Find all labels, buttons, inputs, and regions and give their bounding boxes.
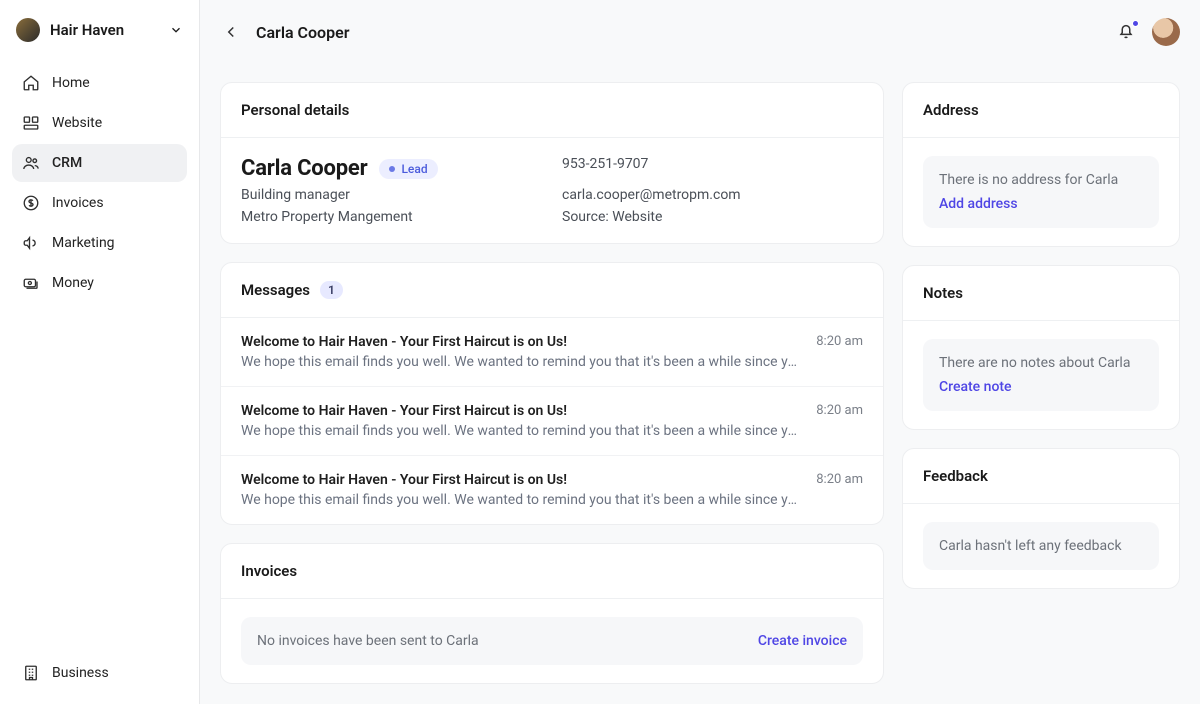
- layout-icon: [22, 114, 40, 132]
- message-item[interactable]: Welcome to Hair Haven - Your First Hairc…: [221, 386, 883, 455]
- messages-card: Messages 1 Welcome to Hair Haven - Your …: [220, 262, 884, 525]
- sidebar-item-home[interactable]: Home: [12, 64, 187, 102]
- message-time: 8:20 am: [816, 403, 863, 439]
- workspace-switcher[interactable]: Hair Haven: [12, 12, 187, 58]
- sidebar-label: Invoices: [52, 195, 104, 211]
- sidebar-label: CRM: [52, 155, 82, 171]
- contact-phone: 953-251-9707: [562, 156, 863, 181]
- users-icon: [22, 154, 40, 172]
- invoices-title: Invoices: [221, 544, 883, 599]
- message-preview: We hope this email finds you well. We wa…: [241, 354, 800, 370]
- back-button[interactable]: [220, 21, 242, 43]
- sidebar-item-marketing[interactable]: Marketing: [12, 224, 187, 262]
- sidebar-label: Home: [52, 75, 90, 91]
- header: Carla Cooper: [200, 0, 1200, 62]
- sidebar-label: Marketing: [52, 235, 115, 251]
- contact-source: Source: Website: [562, 209, 863, 225]
- address-empty-text: There is no address for Carla: [939, 172, 1143, 188]
- message-preview: We hope this email finds you well. We wa…: [241, 423, 800, 439]
- notifications-button[interactable]: [1116, 21, 1138, 43]
- page-title: Carla Cooper: [256, 23, 1102, 42]
- user-avatar[interactable]: [1152, 18, 1180, 46]
- sidebar-item-website[interactable]: Website: [12, 104, 187, 142]
- megaphone-icon: [22, 234, 40, 252]
- contact-role: Building manager: [241, 187, 542, 203]
- notes-card: Notes There are no notes about Carla Cre…: [902, 265, 1180, 430]
- status-badge-label: Lead: [401, 162, 427, 176]
- contact-company: Metro Property Mangement: [241, 209, 542, 225]
- sidebar-label: Website: [52, 115, 102, 131]
- sidebar-item-money[interactable]: Money: [12, 264, 187, 302]
- personal-details-card: Personal details Carla Cooper Lead 953-2…: [220, 82, 884, 244]
- sidebar-item-business[interactable]: Business: [12, 654, 187, 692]
- messages-list: Welcome to Hair Haven - Your First Hairc…: [221, 318, 883, 524]
- messages-count-badge: 1: [320, 281, 343, 299]
- main: Carla Cooper Personal details Carla Coop…: [200, 0, 1200, 704]
- invoices-empty-text: No invoices have been sent to Carla: [257, 633, 479, 649]
- invoices-card: Invoices No invoices have been sent to C…: [220, 543, 884, 684]
- sidebar-item-crm[interactable]: CRM: [12, 144, 187, 182]
- notes-title: Notes: [903, 266, 1179, 321]
- notes-empty-text: There are no notes about Carla: [939, 355, 1143, 371]
- messages-title: Messages: [241, 281, 310, 299]
- contact-name: Carla Cooper: [241, 156, 367, 181]
- message-subject: Welcome to Hair Haven - Your First Hairc…: [241, 472, 800, 488]
- message-item[interactable]: Welcome to Hair Haven - Your First Hairc…: [221, 455, 883, 524]
- feedback-card: Feedback Carla hasn't left any feedback: [902, 448, 1180, 589]
- notification-dot-icon: [1132, 20, 1139, 27]
- cash-icon: [22, 274, 40, 292]
- workspace-avatar: [16, 18, 40, 42]
- add-address-button[interactable]: Add address: [939, 196, 1143, 212]
- message-subject: Welcome to Hair Haven - Your First Hairc…: [241, 403, 800, 419]
- address-card: Address There is no address for Carla Ad…: [902, 82, 1180, 247]
- workspace-name: Hair Haven: [50, 21, 159, 39]
- message-subject: Welcome to Hair Haven - Your First Hairc…: [241, 334, 800, 350]
- home-icon: [22, 74, 40, 92]
- feedback-empty-text: Carla hasn't left any feedback: [939, 538, 1143, 554]
- address-title: Address: [903, 83, 1179, 138]
- create-note-button[interactable]: Create note: [939, 379, 1143, 395]
- sidebar-label: Business: [52, 665, 109, 681]
- sidebar: Hair Haven Home Website CRM Invoices: [0, 0, 200, 704]
- create-invoice-button[interactable]: Create invoice: [758, 633, 847, 649]
- building-icon: [22, 664, 40, 682]
- chevron-down-icon: [169, 23, 183, 37]
- feedback-title: Feedback: [903, 449, 1179, 504]
- status-badge: Lead: [379, 159, 437, 179]
- dollar-circle-icon: [22, 194, 40, 212]
- message-time: 8:20 am: [816, 334, 863, 370]
- message-preview: We hope this email finds you well. We wa…: [241, 492, 800, 508]
- sidebar-item-invoices[interactable]: Invoices: [12, 184, 187, 222]
- status-dot-icon: [389, 166, 395, 172]
- contact-email: carla.cooper@metropm.com: [562, 187, 863, 203]
- message-time: 8:20 am: [816, 472, 863, 508]
- sidebar-label: Money: [52, 275, 94, 291]
- message-item[interactable]: Welcome to Hair Haven - Your First Hairc…: [221, 318, 883, 386]
- nav-list: Home Website CRM Invoices Marketing Mone…: [12, 64, 187, 692]
- personal-details-title: Personal details: [221, 83, 883, 138]
